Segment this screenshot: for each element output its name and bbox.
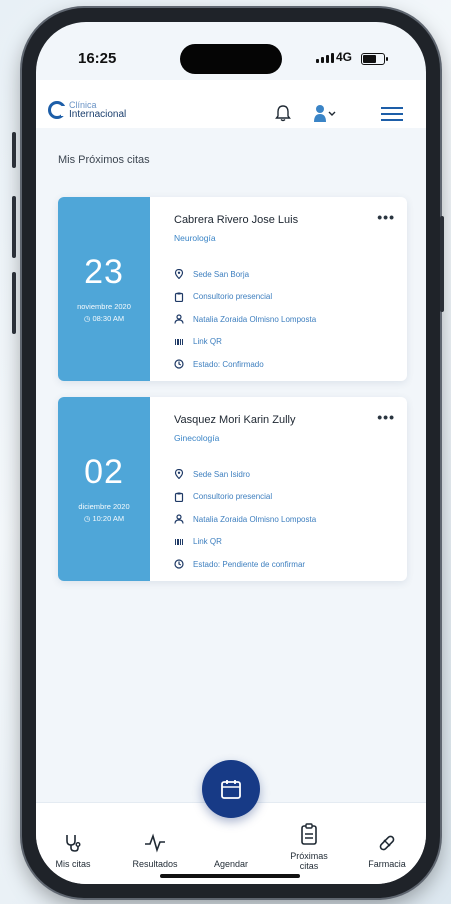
- schedule-fab-button[interactable]: [202, 760, 260, 818]
- pill-icon: [379, 835, 395, 851]
- battery-icon: [361, 53, 388, 65]
- appointment-card[interactable]: 23 noviembre 2020 ◷ 08:30 AM Cabrera Riv…: [58, 197, 407, 381]
- clipboard-list-icon: [301, 823, 317, 845]
- appointment-day: 02: [84, 453, 124, 491]
- side-button: [12, 132, 16, 168]
- type-row: Consultorio presencial: [174, 286, 316, 309]
- appointment-hour: ◷ 10:20 AM: [83, 514, 125, 523]
- status-row: Estado: Pendiente de confirmar: [174, 553, 316, 576]
- clock-icon: [174, 559, 184, 569]
- appointment-month: noviembre 2020: [77, 302, 131, 311]
- app-screen: 16:25 4G Clínica Internacional Mis Próxi…: [36, 22, 426, 884]
- signal-icon: [316, 53, 334, 63]
- status-bar: 16:25 4G: [36, 22, 426, 80]
- nav-resultados[interactable]: Resultados: [120, 833, 190, 869]
- logo-mark-icon: [48, 101, 67, 119]
- bell-icon[interactable]: [275, 104, 291, 122]
- nav-mis-citas-label: Mis citas: [55, 859, 91, 869]
- qr-icon: [175, 338, 183, 345]
- location-pin-icon: [174, 269, 184, 280]
- type-row: Consultorio presencial: [174, 486, 316, 509]
- nav-farmacia[interactable]: Farmacia: [352, 833, 422, 869]
- more-options-icon[interactable]: •••: [377, 409, 395, 425]
- appointment-card[interactable]: 02 diciembre 2020 ◷ 10:20 AM Vasquez Mor…: [58, 397, 407, 581]
- doctor-name: Vasquez Mori Karin Zully: [174, 414, 296, 426]
- network-label: 4G: [336, 50, 353, 64]
- home-indicator[interactable]: [160, 874, 300, 878]
- person-icon: [174, 514, 184, 524]
- appointment-date-block: 02 diciembre 2020 ◷ 10:20 AM: [58, 397, 150, 581]
- user-menu-icon[interactable]: [314, 104, 336, 124]
- nav-proximas-label-2: citas: [299, 861, 319, 871]
- app-header: Clínica Internacional: [36, 80, 426, 128]
- more-options-icon[interactable]: •••: [377, 209, 395, 225]
- status-row: Estado: Confirmado: [174, 353, 316, 376]
- specialty: Neurología: [174, 233, 216, 243]
- clipboard-icon: [174, 292, 184, 302]
- appointment-hour: ◷ 08:30 AM: [83, 314, 125, 323]
- appointment-day: 23: [84, 253, 124, 291]
- person-icon: [174, 314, 184, 324]
- hamburger-menu-icon[interactable]: [381, 106, 403, 122]
- qr-link-row[interactable]: Link QR: [174, 331, 316, 354]
- location-pin-icon: [174, 469, 184, 480]
- nav-resultados-label: Resultados: [132, 859, 178, 869]
- nav-proximas-citas[interactable]: Próximas citas: [274, 823, 344, 871]
- location-row: Sede San Isidro: [174, 463, 316, 486]
- nav-agendar[interactable]: Agendar: [196, 859, 266, 869]
- clipboard-icon: [174, 492, 184, 502]
- clock-icon: [174, 359, 184, 369]
- specialty: Ginecología: [174, 433, 220, 443]
- side-button: [12, 196, 16, 258]
- nav-farmacia-label: Farmacia: [368, 859, 406, 869]
- doctor-name: Cabrera Rivero Jose Luis: [174, 214, 299, 226]
- appointment-date-block: 23 noviembre 2020 ◷ 08:30 AM: [58, 197, 150, 381]
- appointment-month: diciembre 2020: [78, 502, 130, 511]
- calendar-icon: [221, 780, 241, 799]
- side-button: [440, 216, 444, 312]
- qr-link-row[interactable]: Link QR: [174, 531, 316, 554]
- location-row: Sede San Borja: [174, 263, 316, 286]
- patient-row: Natalia Zoraida Olmisno Lomposta: [174, 508, 316, 531]
- clinic-logo[interactable]: Clínica Internacional: [48, 101, 127, 120]
- nav-agendar-label: Agendar: [213, 859, 249, 869]
- patient-row: Natalia Zoraida Olmisno Lomposta: [174, 308, 316, 331]
- section-title: Mis Próximos citas: [58, 154, 150, 166]
- nav-proximas-label-1: Próximas: [290, 851, 328, 861]
- nav-mis-citas[interactable]: Mis citas: [38, 833, 108, 869]
- dynamic-island: [180, 44, 282, 74]
- side-button: [12, 272, 16, 334]
- status-time: 16:25: [78, 50, 117, 67]
- logo-line2: Internacional: [69, 109, 127, 120]
- pulse-icon: [145, 833, 165, 853]
- stethoscope-icon: [66, 835, 81, 852]
- qr-icon: [175, 538, 183, 545]
